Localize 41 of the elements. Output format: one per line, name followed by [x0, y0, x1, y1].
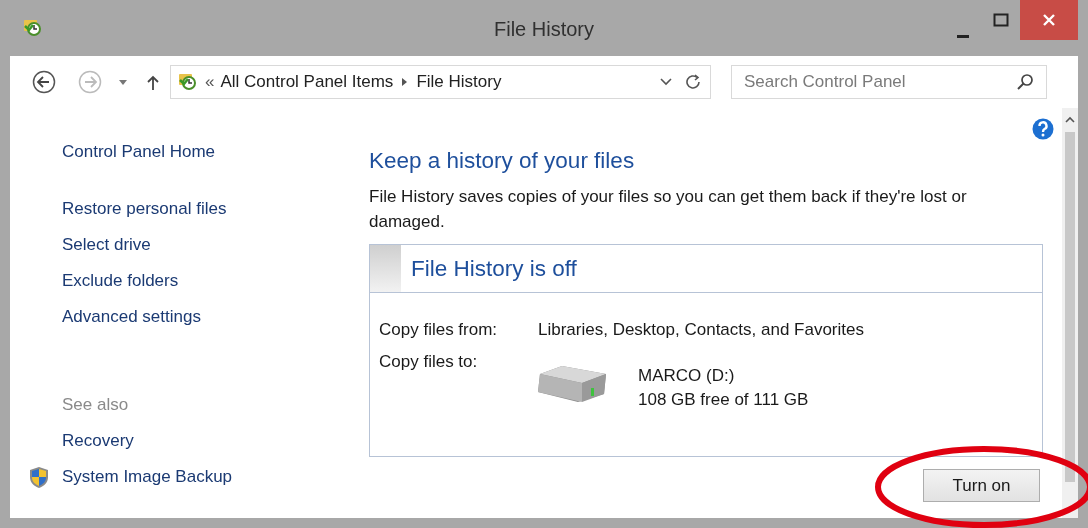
up-arrow-icon[interactable]	[146, 73, 160, 91]
status-title: File History is off	[411, 255, 577, 282]
search-icon[interactable]	[1017, 74, 1033, 90]
breadcrumb-arrow-icon[interactable]	[401, 77, 409, 87]
maximize-icon	[993, 13, 1009, 27]
breadcrumb-item[interactable]: File History	[416, 72, 502, 92]
search-field[interactable]: Search Control Panel	[731, 65, 1047, 99]
overflow-chevron[interactable]: «	[205, 72, 215, 92]
sidebar-link[interactable]: Control Panel Home	[62, 142, 216, 162]
window-title: File History	[494, 18, 594, 40]
address-bar[interactable]: « All Control Panel Items File History	[170, 65, 711, 99]
sidebar-link[interactable]: Recovery	[62, 431, 134, 451]
sidebar-link[interactable]: Exclude folders	[62, 271, 179, 291]
status-stripe	[370, 245, 401, 292]
minimize-icon	[957, 34, 969, 38]
dropdown-icon[interactable]	[118, 78, 128, 86]
description-text: File History saves copies of your files so you can get them back if they're lost or damaged.	[369, 186, 968, 233]
folder-clock-icon	[177, 71, 199, 93]
page-heading: Keep a history of your files	[369, 148, 635, 174]
drive-name: MARCO (D:)	[638, 365, 736, 387]
sidebar-link[interactable]: Advanced settings	[62, 307, 201, 327]
close-button[interactable]	[1020, 0, 1078, 40]
sidebar-link[interactable]: Select drive	[62, 235, 151, 255]
help-icon[interactable]	[1032, 118, 1054, 140]
breadcrumb-item[interactable]: All Control Panel Items	[220, 72, 394, 92]
app-icon	[22, 17, 44, 39]
sidebar-link[interactable]: Restore personal files	[62, 199, 227, 219]
field-label: Copy files to:	[379, 352, 479, 373]
refresh-icon[interactable]	[686, 74, 702, 90]
back-icon[interactable]	[32, 70, 56, 94]
turn-on-button[interactable]: Turn on	[923, 469, 1040, 502]
field-value: Libraries, Desktop, Contacts, and Favorites	[538, 320, 865, 340]
scrollbar-thumb[interactable]	[1065, 132, 1075, 482]
scroll-up-icon[interactable]	[1065, 116, 1075, 124]
scrollbar[interactable]	[1062, 108, 1078, 518]
close-icon	[1042, 13, 1056, 27]
chevron-down-icon[interactable]	[660, 78, 672, 86]
drive-space: 108 GB free of 111 GB	[638, 389, 809, 411]
section-heading: See also	[62, 395, 129, 415]
sidebar-link[interactable]: System Image Backup	[62, 467, 233, 487]
field-label: Copy files from:	[379, 320, 499, 340]
